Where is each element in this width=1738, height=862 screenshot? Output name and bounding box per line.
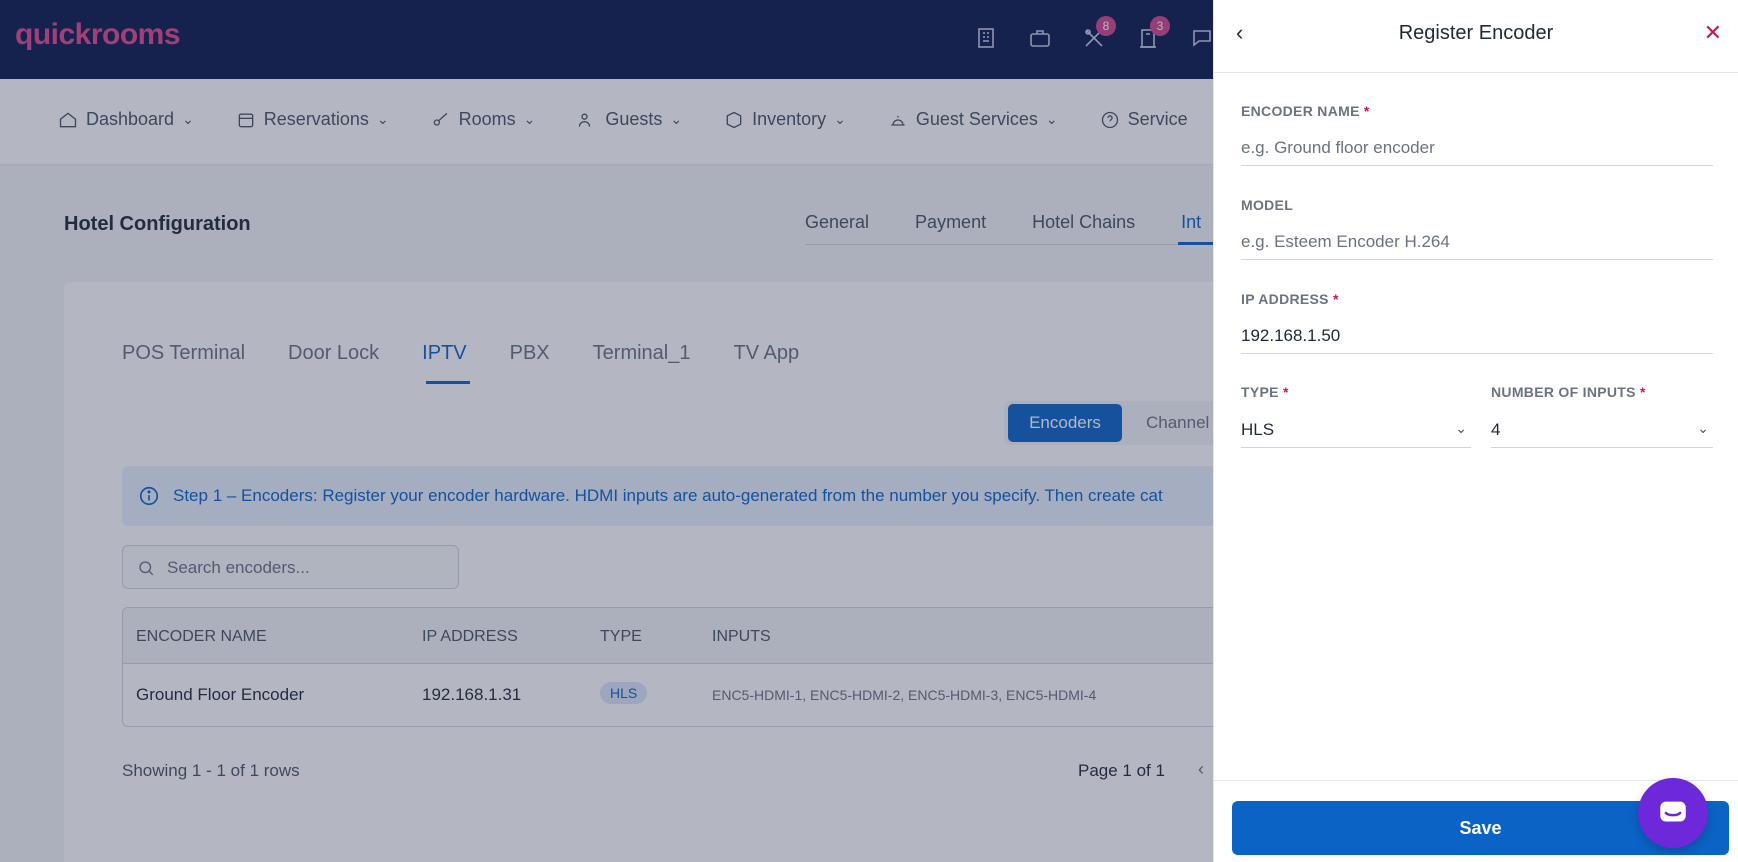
panel-title: Register Encoder <box>1398 22 1554 44</box>
chevron-down-icon: ⌄ <box>1697 420 1709 436</box>
close-button[interactable]: ✕ <box>1704 20 1722 46</box>
type-label: TYPE * <box>1241 384 1289 400</box>
panel-header: ‹ Register Encoder ✕ <box>1214 0 1738 73</box>
modal-backdrop[interactable] <box>0 0 1213 862</box>
encoder-name-label: ENCODER NAME * <box>1241 103 1370 119</box>
model-field[interactable] <box>1241 224 1713 260</box>
ip-address-field[interactable] <box>1241 318 1713 354</box>
model-label: MODEL <box>1241 197 1294 213</box>
encoder-name-field[interactable] <box>1241 130 1713 166</box>
chat-bubble-icon <box>1660 801 1686 822</box>
number-of-inputs-label: NUMBER OF INPUTS * <box>1491 384 1646 400</box>
ip-address-label: IP ADDRESS * <box>1241 291 1339 307</box>
type-select[interactable]: HLS ⌄ <box>1241 412 1471 448</box>
register-encoder-panel: ‹ Register Encoder ✕ ENCODER NAME * MODE… <box>1213 0 1738 862</box>
number-of-inputs-select[interactable]: 4 ⌄ <box>1491 412 1713 448</box>
chevron-down-icon: ⌄ <box>1455 420 1467 436</box>
support-chat-button[interactable] <box>1638 778 1708 848</box>
